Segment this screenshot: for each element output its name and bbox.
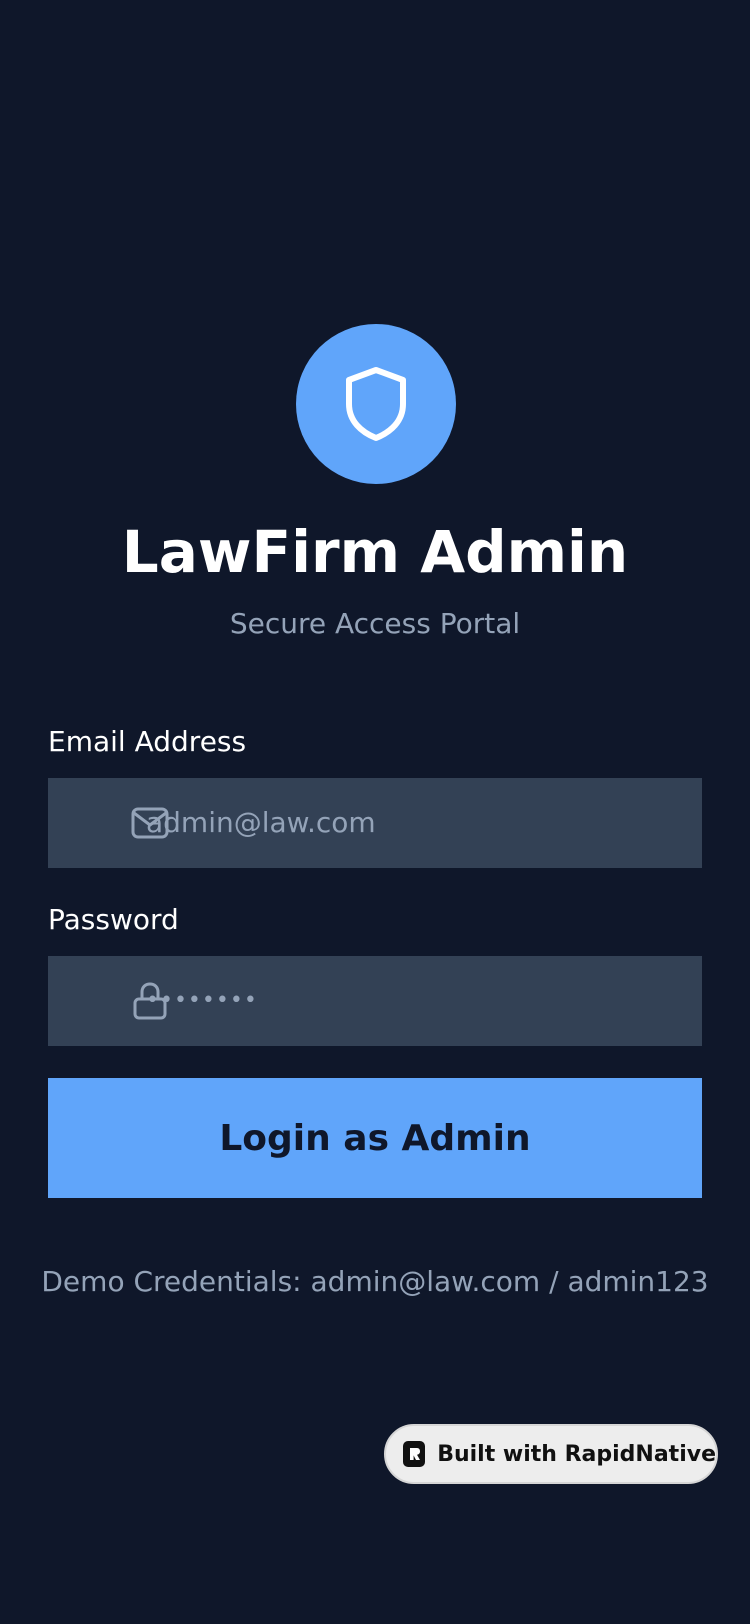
email-placeholder: admin@law.com: [146, 806, 376, 839]
badge-label: Built with RapidNative: [437, 1441, 716, 1467]
email-label: Email Address: [48, 725, 247, 758]
rapidnative-logo-icon: [403, 1441, 426, 1467]
password-label: Password: [48, 903, 179, 936]
built-with-badge[interactable]: Built with RapidNative: [384, 1424, 718, 1484]
page-subtitle: Secure Access Portal: [229, 607, 521, 640]
email-field[interactable]: admin@law.com: [48, 778, 702, 868]
password-value: ••••••••: [146, 988, 258, 1013]
page-title: LawFirm Admin: [121, 518, 629, 586]
demo-credentials-text: Demo Credentials: admin@law.com / admin1…: [41, 1265, 709, 1298]
password-field[interactable]: ••••••••: [48, 956, 702, 1046]
app-logo: [296, 324, 456, 484]
shield-icon: [346, 367, 406, 441]
login-button[interactable]: Login as Admin: [48, 1078, 702, 1198]
